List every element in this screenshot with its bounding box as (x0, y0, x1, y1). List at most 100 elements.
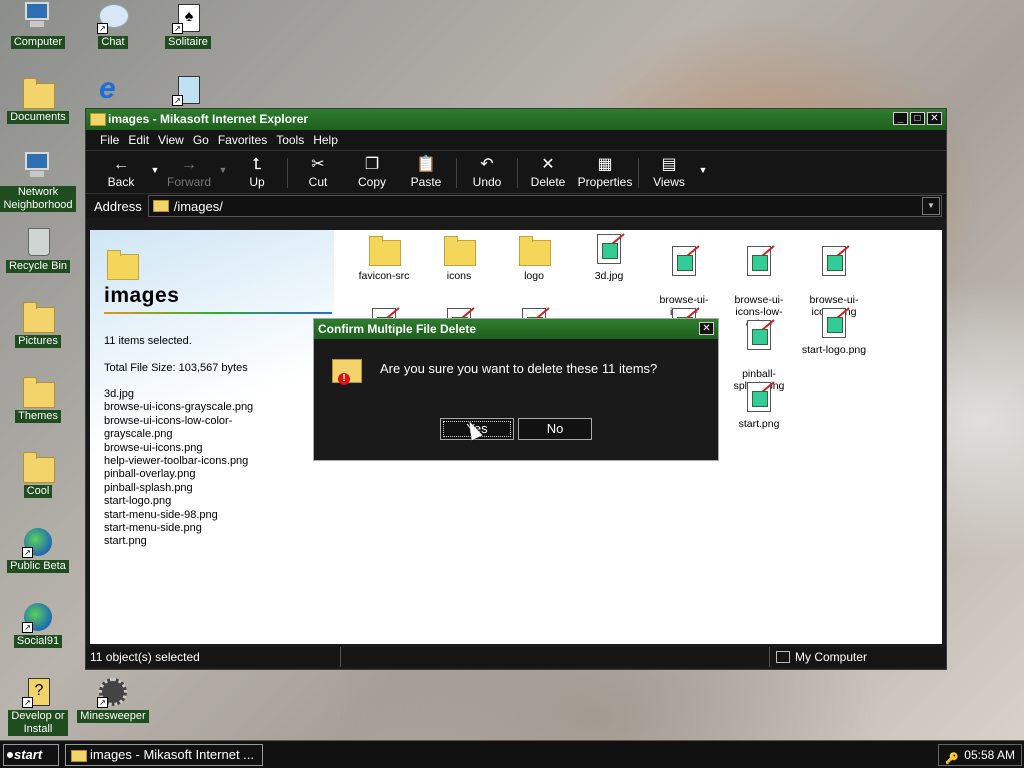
desktop-icon-chat[interactable]: ↗ Chat (75, 2, 151, 49)
file-item-logo[interactable]: logo (499, 234, 569, 282)
image-file-icon (743, 320, 775, 352)
folder-icon (90, 113, 106, 126)
folder-icon (368, 234, 401, 266)
computer-icon (776, 651, 790, 663)
back-dropdown[interactable]: ▼ (148, 165, 162, 193)
folder-title: images (104, 284, 180, 307)
desktop-icon-recycle-bin[interactable]: Recycle Bin (0, 226, 76, 273)
delete-button[interactable]: ✕ Delete (521, 155, 575, 193)
menu-view[interactable]: View (158, 133, 184, 147)
desktop-icon-minesweeper[interactable]: ↗ Minesweeper (75, 676, 151, 723)
desktop-icon-internet-explorer[interactable]: e (75, 74, 151, 108)
clock[interactable]: 05:58 AM (964, 748, 1015, 762)
selected-file-list: 3d.jpg browse-ui-icons-grayscale.png bro… (104, 388, 253, 549)
undo-button[interactable]: ↶ Undo (460, 155, 514, 193)
desktop-icon-documents[interactable]: Documents (0, 77, 76, 124)
file-item-browse-ui-icons-grayscale[interactable]: browse-ui- icons- (649, 234, 719, 318)
selected-file: 3d.jpg (104, 388, 134, 400)
file-item-start-logo[interactable]: start-logo.png (799, 308, 869, 356)
recycle-bin-icon (22, 226, 54, 258)
dialog-titlebar[interactable]: Confirm Multiple File Delete ✕ (314, 319, 718, 339)
toolbar-separator (517, 158, 518, 188)
selected-file: grayscale.png (104, 428, 173, 441)
minimize-button[interactable]: _ (893, 112, 908, 125)
desktop-icon-pictures[interactable]: Pictures (0, 301, 76, 348)
no-button[interactable]: No (518, 418, 592, 440)
forward-button[interactable]: → Forward (162, 155, 216, 193)
desktop-icon-label: Computer (10, 36, 66, 49)
file-item-start[interactable]: start.png (724, 382, 794, 430)
folder-icon (22, 376, 55, 408)
file-item-icons[interactable]: icons (424, 234, 494, 282)
close-button[interactable]: ✕ (927, 112, 942, 125)
desktop-icon-network[interactable]: Network Neighborhood (0, 152, 76, 212)
system-tray: 🔑 05:58 AM (938, 744, 1022, 766)
total-file-size: Total File Size: 103,567 bytes (104, 362, 248, 374)
desktop-icon-themes[interactable]: Themes (0, 376, 76, 423)
folder-icon (22, 301, 55, 333)
menu-file[interactable]: File (100, 133, 119, 147)
menu-favorites[interactable]: Favorites (218, 133, 267, 147)
desktop-icon-develop[interactable]: ? ↗ Develop or Install (0, 676, 76, 736)
window-title: images - Mikasoft Internet Explorer (108, 112, 309, 126)
desktop-icon-label: Cool (23, 485, 53, 498)
desktop-icon-computer[interactable]: Computer (0, 2, 76, 49)
status-selection: 11 object(s) selected (86, 647, 341, 667)
computer-icon (22, 2, 54, 34)
chat-icon: ↗ (97, 2, 129, 34)
maximize-button[interactable]: □ (910, 112, 925, 125)
folder-icon (518, 234, 551, 266)
back-button[interactable]: ← Back (94, 155, 148, 193)
taskbar-window-button[interactable]: images - Mikasoft Internet ... (65, 744, 263, 766)
toolbar-separator (287, 158, 288, 188)
key-icon[interactable]: 🔑 (945, 749, 959, 768)
scissors-icon: ✂ (311, 156, 325, 173)
menu-edit[interactable]: Edit (128, 133, 149, 147)
desktop-icon-social91[interactable]: ↗ Social91 (0, 601, 76, 648)
folder-icon (71, 750, 87, 762)
image-file-icon (818, 308, 850, 340)
desktop-icon-solitaire[interactable]: ♠ ↗ Solitaire (150, 2, 226, 49)
properties-button[interactable]: ▦ Properties (575, 155, 635, 193)
file-item-favicon-src[interactable]: favicon-src (349, 234, 419, 282)
paste-button[interactable]: 📋 Paste (399, 155, 453, 193)
copy-button[interactable]: ❐ Copy (345, 155, 399, 193)
status-zone-label: My Computer (795, 650, 868, 664)
start-button[interactable]: start (3, 744, 59, 766)
desktop-icon-cool[interactable]: Cool (0, 451, 76, 498)
desktop-icon-notepad[interactable]: ↗ (150, 74, 226, 108)
views-dropdown[interactable]: ▼ (696, 165, 710, 193)
menu-go[interactable]: Go (193, 133, 209, 147)
selected-file: browse-ui-icons-grayscale.png (104, 401, 254, 414)
address-dropdown-icon[interactable]: ▼ (922, 197, 940, 215)
status-spacer (341, 647, 770, 667)
properties-icon: ▦ (597, 156, 613, 173)
desktop-icon-label: Develop or Install (8, 710, 68, 736)
file-item-3d-jpg[interactable]: 3d.jpg (574, 234, 644, 282)
image-file-icon (743, 382, 775, 414)
image-file-icon (818, 246, 850, 278)
cut-button[interactable]: ✂ Cut (291, 155, 345, 193)
public-beta-icon: ↗ (22, 526, 54, 558)
desktop-icon-public-beta[interactable]: ↗ Public Beta (0, 526, 76, 573)
network-icon (22, 152, 54, 184)
window-titlebar[interactable]: images - Mikasoft Internet Explorer _ □ … (86, 109, 946, 130)
menu-tools[interactable]: Tools (276, 133, 304, 147)
file-item-browse-ui-icons[interactable]: browse-ui- icons.png (799, 234, 869, 318)
desktop-icon-label: Public Beta (7, 560, 69, 573)
address-value: /images/ (173, 198, 223, 214)
internet-explorer-icon: e (99, 72, 116, 105)
delete-x-icon: ✕ (541, 156, 555, 173)
up-folder-icon: ⮤ (252, 156, 262, 173)
folder-icon (106, 248, 139, 280)
address-label: Address (94, 198, 142, 214)
dialog-close-button[interactable]: ✕ (699, 322, 714, 335)
up-button[interactable]: ⮤ Up (230, 155, 284, 193)
address-input[interactable]: /images/ ▼ (147, 195, 942, 217)
forward-dropdown[interactable]: ▼ (216, 165, 230, 193)
notepad-icon: ↗ (172, 74, 204, 106)
file-item-pinball-splash[interactable]: pinball- splash.png (724, 308, 794, 392)
menu-help[interactable]: Help (313, 133, 338, 147)
views-button[interactable]: ▤ Views (642, 155, 696, 193)
dialog-title: Confirm Multiple File Delete (318, 322, 477, 336)
